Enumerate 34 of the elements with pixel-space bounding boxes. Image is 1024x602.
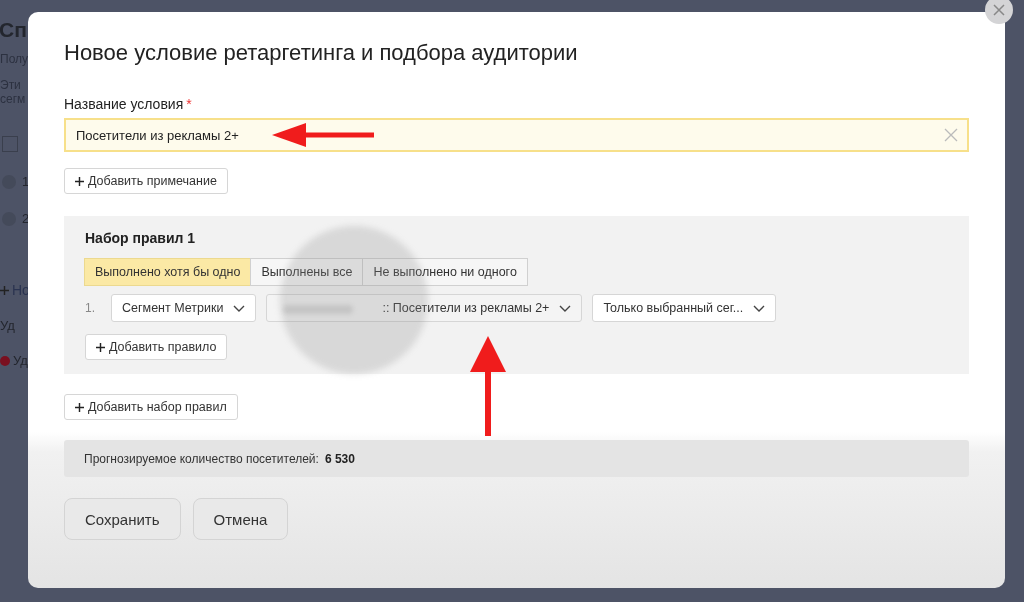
add-rule-set-button[interactable]: Добавить набор правил (64, 394, 238, 420)
add-rule-button[interactable]: Добавить правило (85, 334, 228, 360)
scope-dropdown[interactable]: Только выбранный сег... (592, 294, 777, 322)
add-note-button[interactable]: Добавить примечание (64, 168, 228, 194)
rule-number: 1. (85, 301, 96, 315)
required-mark: * (186, 96, 192, 112)
field-label: Название условия (64, 96, 184, 112)
mode-tab[interactable]: Не выполнено ни одного (362, 258, 528, 286)
name-field[interactable]: Посетители из рекламы 2+ (64, 118, 969, 152)
caret-icon (559, 304, 572, 312)
type-dropdown[interactable]: Сегмент Метрики (111, 294, 257, 322)
mode-tab[interactable]: Выполнено хотя бы одно (84, 258, 252, 286)
mode-tab[interactable]: Выполнены все (250, 258, 364, 286)
plus-icon (96, 342, 105, 352)
caret-icon (233, 304, 246, 312)
clear-icon[interactable] (944, 128, 958, 142)
plus-icon (0, 285, 9, 295)
page-title: Сп (0, 18, 27, 42)
close-icon (993, 4, 1005, 16)
close-button[interactable] (985, 0, 1013, 24)
plus-icon (75, 176, 84, 186)
plus-icon (75, 402, 84, 412)
checkbox[interactable] (2, 136, 18, 152)
arrow-icon (470, 336, 506, 436)
caret-icon (753, 304, 766, 312)
arrow-icon (272, 122, 376, 148)
cancel-button[interactable]: Отмена (192, 498, 289, 540)
save-button[interactable]: Сохранить (64, 498, 181, 540)
forecast-label: Прогнозируемое количество посетителей: (84, 451, 319, 466)
rule-set-title: Набор правил 1 (85, 230, 197, 246)
error-icon (0, 355, 10, 366)
segment-dropdown[interactable]: :: Посетители из рекламы 2+ (266, 294, 583, 322)
dialog-title: Новое условие ретаргетинга и подбора аудитории (64, 40, 579, 66)
forecast-value: 6 530 (324, 451, 355, 466)
